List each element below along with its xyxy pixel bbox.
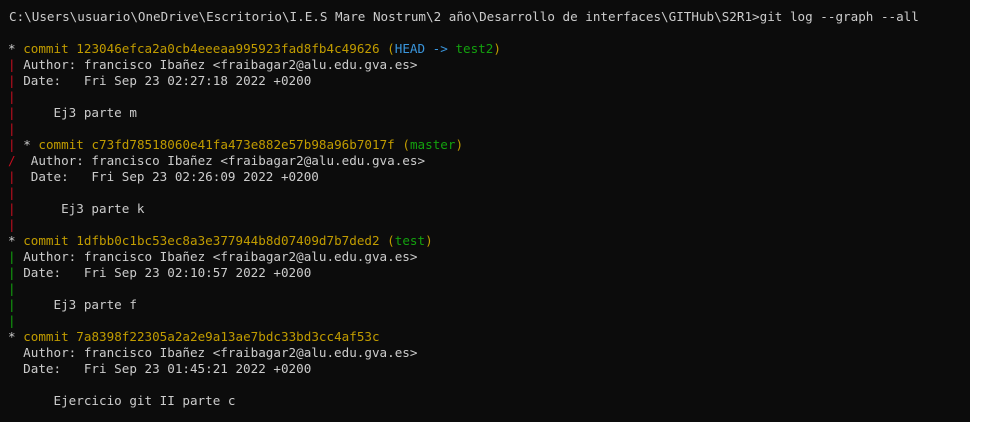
- graph-line: |: [8, 217, 16, 233]
- author-text: Author: francisco Ibañez <fraibagar2@alu…: [23, 249, 418, 264]
- date-text: Date: Fri Sep 23 02:27:18 2022 +0200: [23, 73, 312, 88]
- head-ref: HEAD ->: [394, 41, 448, 56]
- graph-bar: |: [8, 249, 16, 264]
- graph-line: |: [8, 281, 16, 297]
- date-text: Date: Fri Sep 23 01:45:21 2022 +0200: [23, 361, 312, 376]
- commit-message: Ej3 parte m: [53, 105, 137, 120]
- author-line: / Author: francisco Ibañez <fraibagar2@a…: [8, 153, 425, 169]
- branch-ref: master: [409, 137, 456, 152]
- graph-node: *: [23, 137, 31, 152]
- graph-bar: |: [8, 265, 16, 280]
- graph-line: |: [8, 185, 16, 201]
- graph-line: |: [8, 121, 16, 137]
- date-line: | Date: Fri Sep 23 02:27:18 2022 +0200: [8, 73, 311, 89]
- graph-bar: |: [8, 169, 16, 184]
- commit-hash: 1dfbb0c1bc53ec8a3e377944b8d07409d7b7ded2: [76, 233, 380, 248]
- refs-close: ): [455, 137, 464, 152]
- message-line: | Ej3 parte k: [8, 201, 145, 217]
- commit-message: Ej3 parte f: [53, 297, 137, 312]
- graph-bar: |: [8, 57, 16, 72]
- date-line: | Date: Fri Sep 23 02:26:09 2022 +0200: [8, 169, 319, 185]
- date-text: Date: Fri Sep 23 02:10:57 2022 +0200: [23, 265, 312, 280]
- commit-line: * commit 7a8398f22305a2a2e9a13ae7bdc33bd…: [8, 329, 380, 345]
- commit-hash: 7a8398f22305a2a2e9a13ae7bdc33bd3cc4af53c: [76, 329, 380, 344]
- commit-label: commit: [38, 137, 84, 152]
- graph-bar: |: [8, 297, 16, 312]
- refs-open: (: [402, 137, 410, 152]
- date-line: | Date: Fri Sep 23 02:10:57 2022 +0200: [8, 265, 311, 281]
- author-text: Author: francisco Ibañez <fraibagar2@alu…: [23, 57, 418, 72]
- commit-message: Ejercicio git II parte c: [53, 393, 236, 408]
- graph-line: |: [8, 89, 16, 105]
- graph-bar: |: [8, 89, 16, 104]
- scrollbar-track[interactable]: [970, 0, 994, 422]
- graph-bar: |: [8, 137, 16, 152]
- refs-open: (: [387, 41, 395, 56]
- command-prompt: C:\Users\usuario\OneDrive\Escritorio\I.E…: [9, 9, 919, 24]
- author-text: Author: francisco Ibañez <fraibagar2@alu…: [23, 345, 418, 360]
- commit-label: commit: [23, 233, 69, 248]
- terminal-window[interactable]: C:\Users\usuario\OneDrive\Escritorio\I.E…: [0, 0, 970, 422]
- date-line: Date: Fri Sep 23 01:45:21 2022 +0200: [8, 361, 311, 377]
- graph-bar: |: [8, 73, 16, 88]
- branch-ref: test: [394, 233, 426, 248]
- branch-ref: test2: [455, 41, 494, 56]
- commit-hash: 123046efca2a0cb4eeeaa995923fad8fb4c49626: [76, 41, 380, 56]
- graph-bar: |: [8, 217, 16, 232]
- author-line: | Author: francisco Ibañez <fraibagar2@a…: [8, 249, 417, 265]
- commit-label: commit: [23, 329, 69, 344]
- commit-hash: c73fd78518060e41fa473e882e57b98a96b7017f: [91, 137, 395, 152]
- commit-message: Ej3 parte k: [61, 201, 145, 216]
- graph-bar: |: [8, 313, 16, 328]
- author-line: | Author: francisco Ibañez <fraibagar2@a…: [8, 57, 417, 73]
- date-text: Date: Fri Sep 23 02:26:09 2022 +0200: [30, 169, 319, 184]
- graph-node: *: [8, 41, 16, 56]
- graph-bar: |: [8, 185, 16, 200]
- commit-line: | * commit c73fd78518060e41fa473e882e57b…: [8, 137, 463, 153]
- refs-close: ): [493, 41, 501, 56]
- graph-bar: |: [8, 281, 16, 296]
- commit-label: commit: [23, 41, 69, 56]
- message-line: | Ej3 parte f: [8, 297, 137, 313]
- graph-bar: |: [8, 105, 16, 120]
- graph-merge: /: [8, 153, 16, 168]
- graph-bar: |: [8, 121, 16, 136]
- message-line: Ejercicio git II parte c: [8, 393, 236, 409]
- message-line: | Ej3 parte m: [8, 105, 137, 121]
- graph-node: *: [8, 233, 16, 248]
- refs-open: (: [387, 233, 395, 248]
- refs-close: ): [425, 233, 433, 248]
- graph-line: |: [8, 313, 16, 329]
- graph-bar: |: [8, 201, 16, 216]
- graph-node: *: [8, 329, 16, 344]
- commit-line: * commit 123046efca2a0cb4eeeaa995923fad8…: [8, 41, 501, 57]
- author-line: Author: francisco Ibañez <fraibagar2@alu…: [8, 345, 417, 361]
- author-text: Author: francisco Ibañez <fraibagar2@alu…: [30, 153, 426, 168]
- commit-line: * commit 1dfbb0c1bc53ec8a3e377944b8d0740…: [8, 233, 433, 249]
